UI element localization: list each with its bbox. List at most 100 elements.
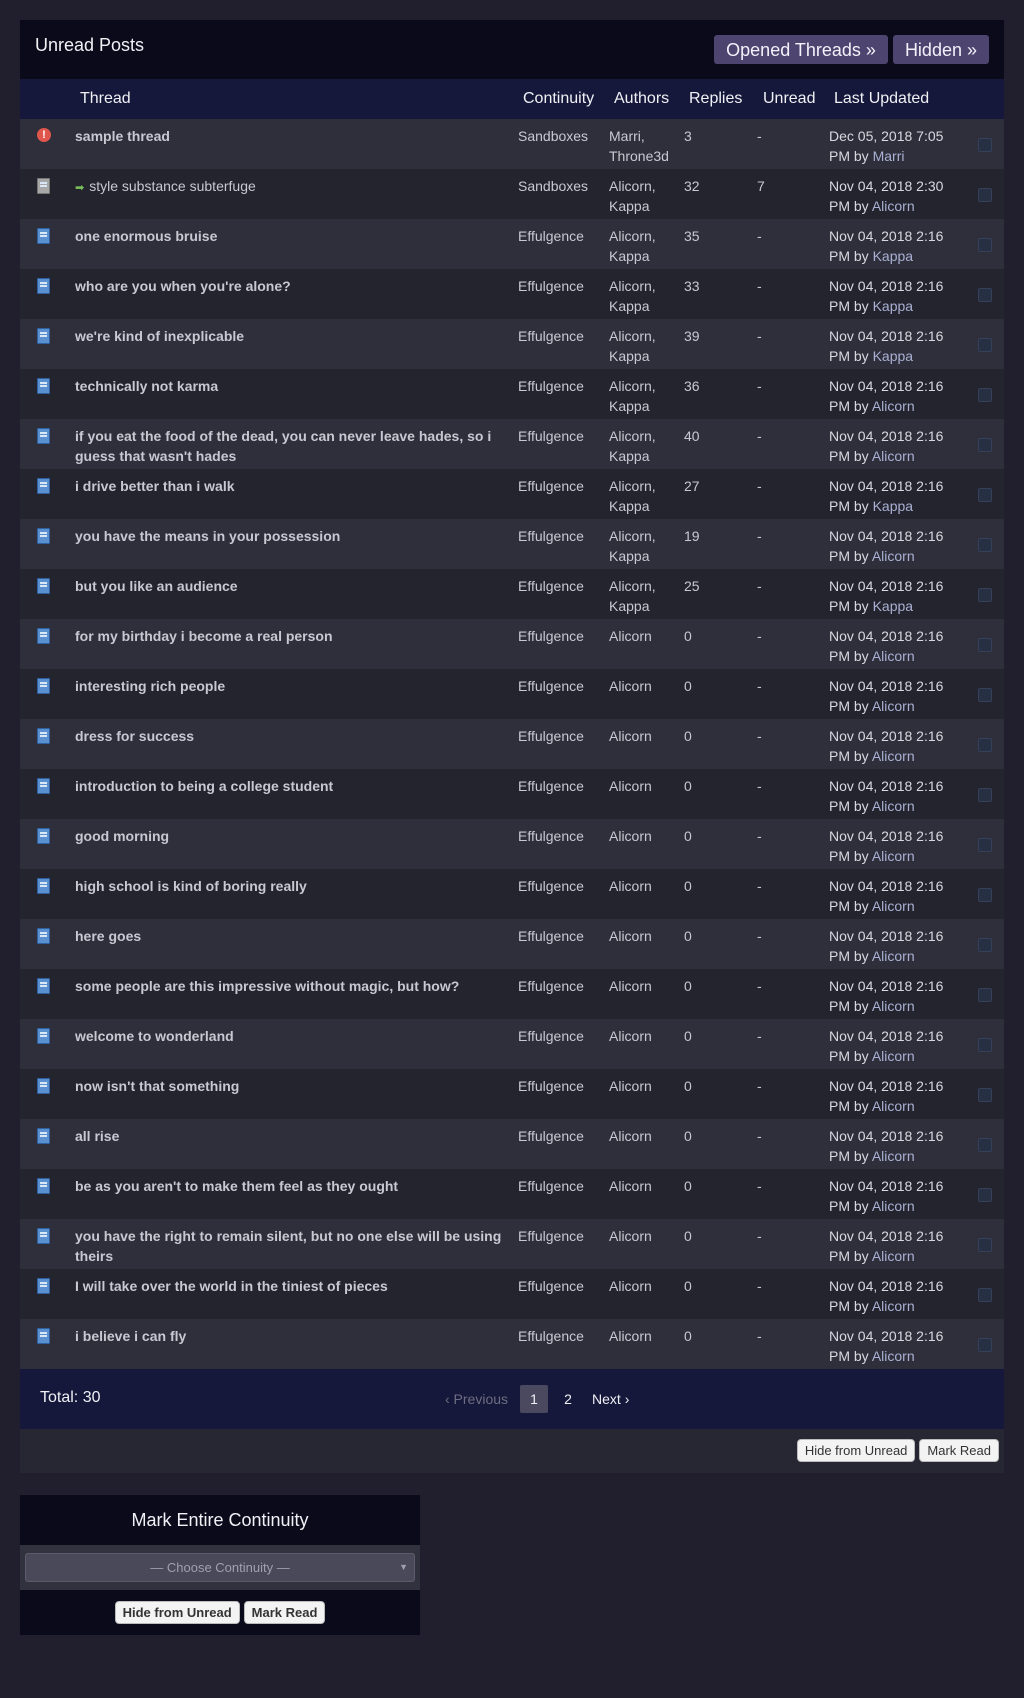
continuity-link[interactable]: Effulgence — [518, 376, 584, 396]
continuity-link[interactable]: Effulgence — [518, 576, 584, 596]
authors-cell[interactable]: Alicorn — [609, 1126, 684, 1146]
row-select-checkbox[interactable] — [978, 388, 992, 402]
thread-title-link[interactable]: who are you when you're alone? — [75, 276, 525, 296]
thread-title[interactable]: dress for success — [75, 728, 194, 744]
row-select-checkbox[interactable] — [978, 1088, 992, 1102]
thread-title-link[interactable]: here goes — [75, 926, 525, 946]
mark-read-button[interactable]: Mark Read — [919, 1439, 999, 1462]
thread-title[interactable]: we're kind of inexplicable — [75, 328, 244, 344]
thread-title-link[interactable]: if you eat the food of the dead, you can… — [75, 426, 525, 466]
continuity-select[interactable]: — Choose Continuity — ▼ — [25, 1553, 415, 1582]
authors-cell[interactable]: Alicorn — [609, 876, 684, 896]
col-continuity[interactable]: Continuity — [523, 90, 594, 108]
continuity-link[interactable]: Effulgence — [518, 476, 584, 496]
last-updated-user-link[interactable]: Alicorn — [872, 398, 915, 414]
col-replies[interactable]: Replies — [689, 90, 742, 108]
continuity-link[interactable]: Effulgence — [518, 876, 584, 896]
last-updated-user-link[interactable]: Kappa — [873, 348, 913, 364]
authors-cell[interactable]: Alicorn — [609, 1326, 684, 1346]
authors-cell[interactable]: Alicorn, Kappa — [609, 276, 684, 316]
last-updated-user-link[interactable]: Alicorn — [872, 648, 915, 664]
col-authors[interactable]: Authors — [614, 90, 669, 108]
row-select-checkbox[interactable] — [978, 1338, 992, 1352]
continuity-link[interactable]: Effulgence — [518, 826, 584, 846]
row-select-checkbox[interactable] — [978, 138, 992, 152]
thread-title-link[interactable]: sample thread — [75, 126, 525, 146]
opened-threads-button[interactable]: Opened Threads » — [714, 35, 888, 64]
row-select-checkbox[interactable] — [978, 838, 992, 852]
continuity-link[interactable]: Effulgence — [518, 426, 584, 446]
thread-title-link[interactable]: dress for success — [75, 726, 525, 746]
last-updated-user-link[interactable]: Alicorn — [872, 1048, 915, 1064]
continuity-link[interactable]: Effulgence — [518, 1176, 584, 1196]
continuity-link[interactable]: Effulgence — [518, 1326, 584, 1346]
next-page-link[interactable]: Next › — [592, 1391, 629, 1407]
authors-cell[interactable]: Alicorn, Kappa — [609, 176, 684, 216]
last-updated-user-link[interactable]: Alicorn — [872, 848, 915, 864]
last-updated-user-link[interactable]: Alicorn — [872, 1148, 915, 1164]
thread-title[interactable]: style substance subterfuge — [89, 178, 256, 194]
row-select-checkbox[interactable] — [978, 238, 992, 252]
row-select-checkbox[interactable] — [978, 488, 992, 502]
thread-title[interactable]: now isn't that something — [75, 1078, 239, 1094]
thread-title-link[interactable]: interesting rich people — [75, 676, 525, 696]
authors-cell[interactable]: Alicorn, Kappa — [609, 426, 684, 466]
thread-title-link[interactable]: technically not karma — [75, 376, 525, 396]
row-select-checkbox[interactable] — [978, 338, 992, 352]
row-select-checkbox[interactable] — [978, 638, 992, 652]
row-select-checkbox[interactable] — [978, 1288, 992, 1302]
continuity-link[interactable]: Effulgence — [518, 1276, 584, 1296]
col-unread[interactable]: Unread — [763, 90, 815, 108]
row-select-checkbox[interactable] — [978, 888, 992, 902]
thread-title-link[interactable]: introduction to being a college student — [75, 776, 525, 796]
authors-cell[interactable]: Alicorn — [609, 626, 684, 646]
row-select-checkbox[interactable] — [978, 188, 992, 202]
row-select-checkbox[interactable] — [978, 1238, 992, 1252]
thread-title-link[interactable]: one enormous bruise — [75, 226, 525, 246]
thread-title-link[interactable]: but you like an audience — [75, 576, 525, 596]
row-select-checkbox[interactable] — [978, 1038, 992, 1052]
thread-title-link[interactable]: high school is kind of boring really — [75, 876, 525, 896]
authors-cell[interactable]: Alicorn, Kappa — [609, 476, 684, 516]
row-select-checkbox[interactable] — [978, 1188, 992, 1202]
thread-title-link[interactable]: you have the right to remain silent, but… — [75, 1226, 525, 1266]
thread-title-link[interactable]: I will take over the world in the tinies… — [75, 1276, 525, 1296]
last-updated-user-link[interactable]: Alicorn — [872, 948, 915, 964]
thread-title[interactable]: welcome to wonderland — [75, 1028, 234, 1044]
thread-title[interactable]: some people are this impressive without … — [75, 978, 459, 994]
continuity-link[interactable]: Effulgence — [518, 726, 584, 746]
continuity-link[interactable]: Effulgence — [518, 926, 584, 946]
thread-title-link[interactable]: some people are this impressive without … — [75, 976, 525, 996]
authors-cell[interactable]: Alicorn, Kappa — [609, 576, 684, 616]
authors-cell[interactable]: Alicorn — [609, 1176, 684, 1196]
continuity-link[interactable]: Effulgence — [518, 626, 584, 646]
row-select-checkbox[interactable] — [978, 788, 992, 802]
thread-title[interactable]: you have the means in your possession — [75, 528, 340, 544]
continuity-link[interactable]: Effulgence — [518, 976, 584, 996]
authors-cell[interactable]: Alicorn — [609, 1276, 684, 1296]
continuity-link[interactable]: Effulgence — [518, 326, 584, 346]
authors-cell[interactable]: Alicorn — [609, 1226, 684, 1246]
last-updated-user-link[interactable]: Alicorn — [872, 798, 915, 814]
authors-cell[interactable]: Alicorn, Kappa — [609, 526, 684, 566]
thread-title[interactable]: one enormous bruise — [75, 228, 217, 244]
authors-cell[interactable]: Alicorn — [609, 976, 684, 996]
thread-title[interactable]: technically not karma — [75, 378, 218, 394]
thread-title-link[interactable]: we're kind of inexplicable — [75, 326, 525, 346]
col-thread[interactable]: Thread — [80, 90, 131, 108]
last-updated-user-link[interactable]: Alicorn — [872, 1198, 915, 1214]
continuity-link[interactable]: Effulgence — [518, 776, 584, 796]
continuity-link[interactable]: Effulgence — [518, 526, 584, 546]
row-select-checkbox[interactable] — [978, 588, 992, 602]
thread-title-link[interactable]: good morning — [75, 826, 525, 846]
last-updated-user-link[interactable]: Kappa — [873, 498, 913, 514]
continuity-link[interactable]: Sandboxes — [518, 176, 588, 196]
thread-title[interactable]: but you like an audience — [75, 578, 238, 594]
continuity-link[interactable]: Sandboxes — [518, 126, 588, 146]
col-last-updated[interactable]: Last Updated — [834, 90, 929, 108]
thread-title-link[interactable]: now isn't that something — [75, 1076, 525, 1096]
row-select-checkbox[interactable] — [978, 538, 992, 552]
thread-title[interactable]: good morning — [75, 828, 169, 844]
thread-title-link[interactable]: ➡ style substance subterfuge — [75, 176, 525, 198]
thread-title[interactable]: if you eat the food of the dead, you can… — [75, 428, 491, 464]
